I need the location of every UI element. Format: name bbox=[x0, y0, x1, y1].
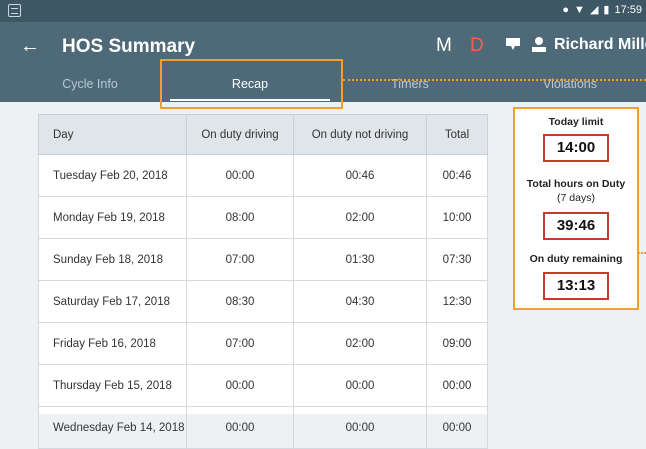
cell-day: Tuesday Feb 20, 2018 bbox=[38, 154, 187, 197]
table-row[interactable]: Tuesday Feb 20, 2018 00:00 00:46 00:46 bbox=[38, 154, 488, 197]
cell-total: 00:00 bbox=[426, 364, 488, 407]
cell-total: 10:00 bbox=[426, 196, 488, 239]
chat-icon[interactable] bbox=[506, 38, 520, 50]
recap-highlight bbox=[160, 59, 343, 109]
table-row[interactable]: Wednesday Feb 14, 2018 00:00 00:00 00:00 bbox=[38, 406, 488, 449]
cell-not-driving: 04:30 bbox=[293, 280, 427, 323]
cell-day: Sunday Feb 18, 2018 bbox=[38, 238, 187, 281]
cell-day: Friday Feb 16, 2018 bbox=[38, 322, 187, 365]
recap-table: Day On duty driving On duty not driving … bbox=[38, 114, 488, 449]
location-icon: ● bbox=[562, 3, 570, 16]
cell-driving: 08:30 bbox=[186, 280, 294, 323]
cell-driving: 08:00 bbox=[186, 196, 294, 239]
screen-icon bbox=[8, 4, 21, 17]
cell-total: 07:30 bbox=[426, 238, 488, 281]
cell-driving: 07:00 bbox=[186, 238, 294, 281]
cell-day: Thursday Feb 15, 2018 bbox=[38, 364, 187, 407]
table-row[interactable]: Thursday Feb 15, 2018 00:00 00:00 00:00 bbox=[38, 364, 488, 407]
cell-driving: 07:00 bbox=[186, 322, 294, 365]
signal-icon: ◢ bbox=[589, 4, 599, 16]
cell-total: 12:30 bbox=[426, 280, 488, 323]
cell-not-driving: 02:00 bbox=[293, 196, 427, 239]
clock: 17:59 bbox=[614, 3, 642, 16]
cell-total: 00:46 bbox=[426, 154, 488, 197]
cell-driving: 00:00 bbox=[186, 406, 294, 449]
cell-total: 09:00 bbox=[426, 322, 488, 365]
cell-total: 00:00 bbox=[426, 406, 488, 449]
cell-not-driving: 00:00 bbox=[293, 364, 427, 407]
tab-cycle-info[interactable]: Cycle Info bbox=[60, 77, 120, 91]
m-button[interactable]: M bbox=[436, 35, 452, 57]
header-total: Total bbox=[426, 114, 488, 155]
cell-not-driving: 01:30 bbox=[293, 238, 427, 281]
d-button[interactable]: D bbox=[470, 35, 484, 57]
summary-highlight-connector bbox=[638, 252, 646, 254]
cell-day: Saturday Feb 17, 2018 bbox=[38, 280, 187, 323]
cell-day: Monday Feb 19, 2018 bbox=[38, 196, 187, 239]
table-header-row: Day On duty driving On duty not driving … bbox=[38, 114, 488, 155]
cell-not-driving: 02:00 bbox=[293, 322, 427, 365]
cell-day: Wednesday Feb 14, 2018 bbox=[38, 406, 187, 449]
cell-not-driving: 00:46 bbox=[293, 154, 427, 197]
table-row[interactable]: Sunday Feb 18, 2018 07:00 01:30 07:30 bbox=[38, 238, 488, 281]
header-on-duty-driving: On duty driving bbox=[186, 114, 294, 155]
table-row[interactable]: Friday Feb 16, 2018 07:00 02:00 09:00 bbox=[38, 322, 488, 365]
status-bar: ● ▼ ◢ ▮ 17:59 bbox=[0, 0, 646, 22]
person-icon bbox=[532, 37, 546, 52]
header-on-duty-not-driving: On duty not driving bbox=[293, 114, 427, 155]
user-name[interactable]: Richard Miller bbox=[554, 36, 646, 54]
cell-not-driving: 00:00 bbox=[293, 406, 427, 449]
cell-driving: 00:00 bbox=[186, 364, 294, 407]
table-row[interactable]: Monday Feb 19, 2018 08:00 02:00 10:00 bbox=[38, 196, 488, 239]
header-day: Day bbox=[38, 114, 187, 155]
table-row[interactable]: Saturday Feb 17, 2018 08:30 04:30 12:30 bbox=[38, 280, 488, 323]
wifi-icon: ▼ bbox=[574, 3, 585, 16]
back-arrow-icon[interactable]: ← bbox=[20, 35, 40, 57]
cell-driving: 00:00 bbox=[186, 154, 294, 197]
highlight-connector bbox=[343, 79, 646, 81]
page-title: HOS Summary bbox=[62, 36, 196, 57]
summary-highlight bbox=[513, 107, 639, 310]
battery-icon: ▮ bbox=[603, 4, 610, 16]
